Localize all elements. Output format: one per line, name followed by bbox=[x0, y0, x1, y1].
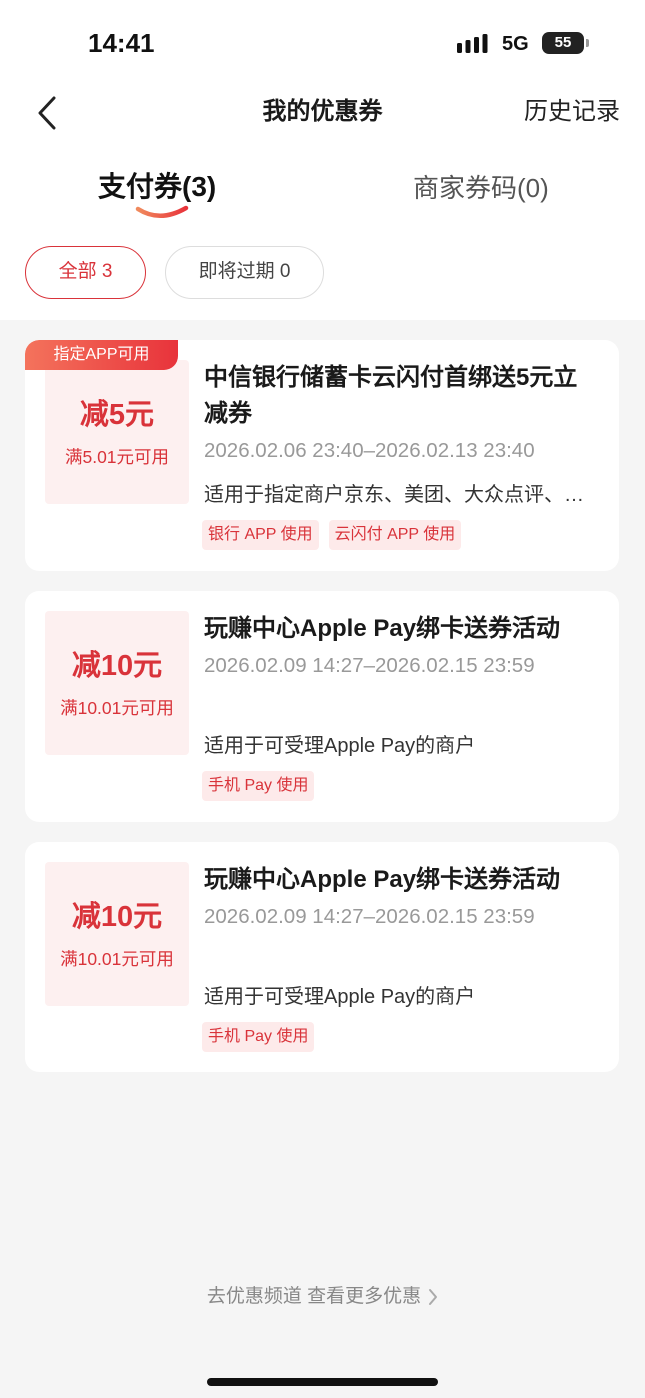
coupon-condition: 满10.01元可用 bbox=[60, 698, 174, 718]
coupon-title: 玩赚中心Apple Pay绑卡送券活动 bbox=[204, 615, 561, 642]
coupon-card[interactable]: 减10元 满10.01元可用 玩赚中心Apple Pay绑卡送券活动 2026.… bbox=[25, 842, 619, 1072]
network-type: 5G bbox=[502, 33, 529, 55]
coupon-tags: 手机 Pay 使用 bbox=[202, 771, 315, 801]
coupon-amount-box: 减10元 满10.01元可用 bbox=[45, 862, 189, 1006]
status-time: 14:41 bbox=[88, 28, 155, 58]
coupon-amount-box: 减10元 满10.01元可用 bbox=[45, 611, 189, 755]
coupon-scope: 适用于可受理Apple Pay的商户 bbox=[204, 735, 476, 757]
coupon-badge: 指定APP可用 bbox=[25, 340, 178, 370]
history-button[interactable]: 历史记录 bbox=[524, 96, 620, 128]
coupon-condition: 满5.01元可用 bbox=[64, 447, 170, 467]
battery-indicator: 55 bbox=[542, 32, 584, 54]
coupon-card[interactable]: 减10元 满10.01元可用 玩赚中心Apple Pay绑卡送券活动 2026.… bbox=[25, 591, 619, 822]
more-offers-label: 去优惠频道 查看更多优惠 bbox=[206, 1286, 422, 1307]
tab-payment-coupons[interactable]: 支付券(3) bbox=[98, 168, 216, 206]
coupon-title: 玩赚中心Apple Pay绑卡送券活动 bbox=[204, 866, 561, 893]
coupon-tag: 云闪付 APP 使用 bbox=[328, 520, 462, 550]
filter-all[interactable]: 全部 3 bbox=[25, 246, 146, 299]
coupon-info: 中信银行储蓄卡云闪付首绑送5元立减券 2026.02.06 23:40–2026… bbox=[204, 360, 599, 463]
coupon-tag: 银行 APP 使用 bbox=[202, 520, 319, 550]
coupon-amount: 减10元 bbox=[71, 650, 163, 682]
coupon-validity: 2026.02.09 14:27–2026.02.15 23:59 bbox=[204, 905, 535, 928]
coupon-condition: 满10.01元可用 bbox=[60, 949, 174, 969]
signal-bars-icon bbox=[457, 34, 488, 53]
battery-nub bbox=[586, 39, 589, 47]
coupon-info: 玩赚中心Apple Pay绑卡送券活动 2026.02.09 14:27–202… bbox=[204, 862, 599, 929]
coupon-title: 中信银行储蓄卡云闪付首绑送5元立减券 bbox=[204, 364, 578, 427]
coupon-amount: 减5元 bbox=[79, 399, 155, 431]
coupon-amount: 减10元 bbox=[71, 901, 163, 933]
home-indicator[interactable] bbox=[207, 1378, 438, 1386]
coupon-validity: 2026.02.06 23:40–2026.02.13 23:40 bbox=[204, 439, 535, 462]
chevron-right-icon bbox=[429, 1289, 438, 1305]
coupon-scope: 适用于可受理Apple Pay的商户 bbox=[204, 986, 476, 1008]
coupon-tag: 手机 Pay 使用 bbox=[202, 771, 315, 801]
more-offers-link[interactable]: 去优惠频道 查看更多优惠 bbox=[0, 1284, 645, 1310]
coupon-tags: 银行 APP 使用 云闪付 APP 使用 bbox=[202, 520, 462, 550]
coupon-scope: 适用于指定商户京东、美团、大众点评、饿… bbox=[204, 484, 599, 506]
coupon-tags: 手机 Pay 使用 bbox=[202, 1022, 315, 1052]
filter-expiring[interactable]: 即将过期 0 bbox=[165, 246, 324, 299]
tab-active-indicator bbox=[135, 205, 189, 218]
coupon-validity: 2026.02.09 14:27–2026.02.15 23:59 bbox=[204, 654, 535, 677]
coupon-card[interactable]: 指定APP可用 减5元 满5.01元可用 中信银行储蓄卡云闪付首绑送5元立减券 … bbox=[25, 340, 619, 571]
tab-merchant-codes[interactable]: 商家券码(0) bbox=[413, 170, 549, 206]
coupon-info: 玩赚中心Apple Pay绑卡送券活动 2026.02.09 14:27–202… bbox=[204, 611, 599, 678]
coupon-amount-box: 减5元 满5.01元可用 bbox=[45, 360, 189, 504]
coupon-tag: 手机 Pay 使用 bbox=[202, 1022, 315, 1052]
coupon-screen: 14:41 5G 55 我的优惠券 历史记录 支付券(3) 商家券码(0) 全部… bbox=[0, 0, 645, 1398]
